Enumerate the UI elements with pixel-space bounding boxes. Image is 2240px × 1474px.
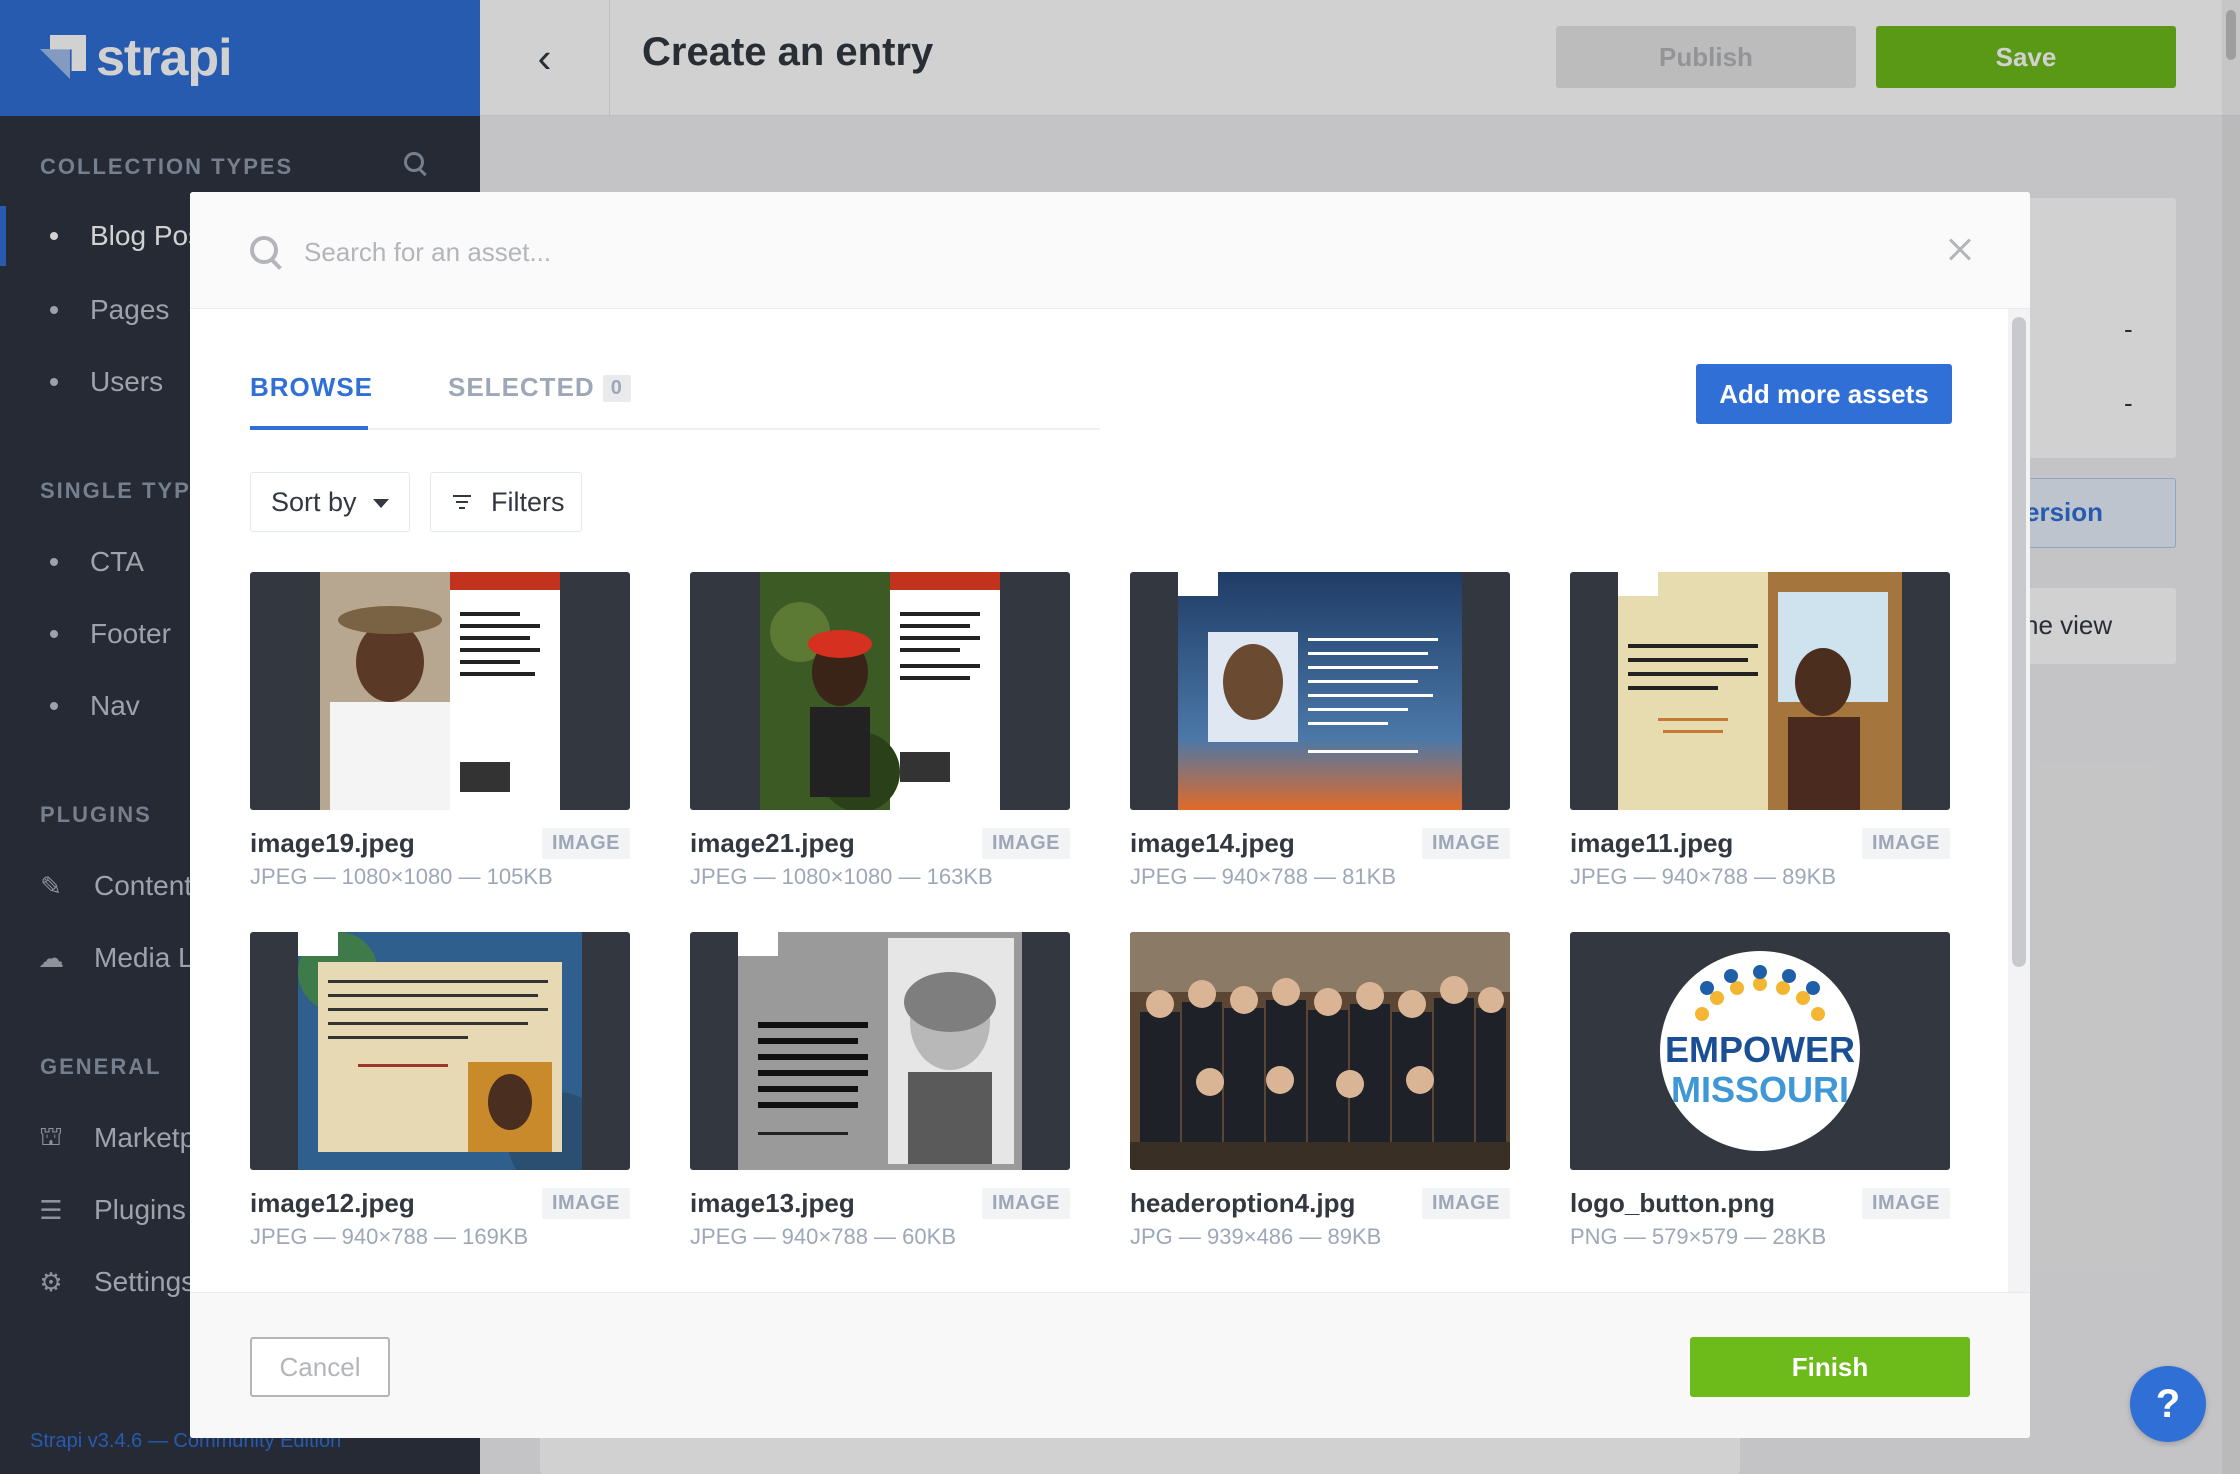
finish-button[interactable]: Finish: [1690, 1337, 1970, 1397]
asset-thumbnail[interactable]: [250, 572, 630, 810]
asset-thumbnail[interactable]: [1130, 572, 1510, 810]
asset-name: image14.jpeg: [1130, 828, 1295, 858]
filters-label: Filters: [491, 486, 565, 517]
modal-footer: Cancel Finish: [190, 1292, 2030, 1438]
asset-card[interactable]: image11.jpeg IMAGE JPEG — 940×788 — 89KB: [1570, 572, 1950, 889]
asset-type-badge: IMAGE: [1861, 1188, 1950, 1219]
logo-text-missouri: MISSOURI: [1671, 1069, 1849, 1110]
page-scrollbar-thumb[interactable]: [2226, 10, 2236, 60]
asset-meta: JPG — 939×486 — 89KB: [1130, 1224, 1382, 1249]
close-icon[interactable]: [1944, 234, 1976, 266]
asset-image-preview: [1130, 932, 1510, 1170]
asset-thumbnail[interactable]: [1570, 572, 1950, 810]
sort-label: Sort by: [271, 486, 357, 517]
selected-count-badge: 0: [602, 375, 631, 402]
media-library-modal: BROWSE SELECTED 0 Add more assets Sort by…: [190, 192, 2030, 1438]
tab-selected[interactable]: SELECTED 0: [448, 360, 631, 430]
asset-name: logo_button.png: [1570, 1188, 1776, 1218]
asset-type-badge: IMAGE: [1421, 1188, 1510, 1219]
asset-name: image11.jpeg: [1570, 828, 1734, 858]
add-more-assets-button[interactable]: Add more assets: [1696, 364, 1952, 424]
asset-image-preview: [320, 572, 560, 810]
modal-scrollbar[interactable]: [2008, 309, 2030, 1309]
asset-thumbnail[interactable]: EMPOWER MISSOURI: [1570, 932, 1950, 1170]
page-scrollbar[interactable]: [2222, 0, 2240, 1474]
caret-down-icon: [373, 499, 389, 508]
modal-scrollbar-thumb[interactable]: [2012, 317, 2026, 967]
search-icon: [250, 236, 282, 268]
asset-thumbnail[interactable]: [1130, 932, 1510, 1170]
asset-type-badge: IMAGE: [1421, 828, 1510, 859]
asset-image-preview: [760, 572, 1000, 810]
asset-card[interactable]: headeroption4.jpg IMAGE JPG — 939×486 — …: [1130, 932, 1510, 1249]
filters-button[interactable]: Filters: [430, 472, 582, 532]
tab-label: BROWSE: [250, 372, 373, 402]
asset-image-preview: [1178, 572, 1462, 810]
asset-thumbnail[interactable]: [250, 932, 630, 1170]
asset-name: headeroption4.jpg: [1130, 1188, 1356, 1218]
tab-label: SELECTED: [448, 372, 595, 402]
asset-type-badge: IMAGE: [981, 828, 1070, 859]
asset-image-preview: [298, 932, 582, 1170]
tab-browse[interactable]: BROWSE: [250, 360, 372, 430]
asset-thumbnail[interactable]: [690, 572, 1070, 810]
asset-card[interactable]: image14.jpeg IMAGE JPEG — 940×788 — 81KB: [1130, 572, 1510, 889]
asset-type-badge: IMAGE: [541, 828, 630, 859]
asset-thumbnail[interactable]: [690, 932, 1070, 1170]
cancel-button[interactable]: Cancel: [250, 1337, 390, 1397]
asset-image-preview: EMPOWER MISSOURI: [1660, 951, 1860, 1151]
asset-name: image13.jpeg: [690, 1188, 855, 1218]
help-button[interactable]: ?: [2130, 1366, 2206, 1442]
asset-name: image12.jpeg: [250, 1188, 415, 1218]
asset-type-badge: IMAGE: [981, 1188, 1070, 1219]
asset-meta: JPEG — 940×788 — 169KB: [250, 1224, 529, 1249]
asset-search-input[interactable]: [304, 228, 1804, 276]
asset-meta: PNG — 579×579 — 28KB: [1570, 1224, 1827, 1249]
asset-card[interactable]: EMPOWER MISSOURI logo_button.png IMAGE P…: [1570, 932, 1950, 1249]
asset-card[interactable]: image12.jpeg IMAGE JPEG — 940×788 — 169K…: [250, 932, 630, 1249]
asset-meta: JPEG — 940×788 — 60KB: [690, 1224, 956, 1249]
asset-image-preview: [738, 932, 1022, 1170]
asset-meta: JPEG — 1080×1080 — 163KB: [690, 864, 993, 889]
asset-card[interactable]: image13.jpeg IMAGE JPEG — 940×788 — 60KB: [690, 932, 1070, 1249]
asset-type-badge: IMAGE: [1861, 828, 1950, 859]
sort-by-dropdown[interactable]: Sort by: [250, 472, 410, 532]
asset-image-preview: [1618, 572, 1902, 810]
asset-name: image21.jpeg: [690, 828, 855, 858]
asset-name: image19.jpeg: [250, 828, 415, 858]
asset-meta: JPEG — 940×788 — 89KB: [1570, 864, 1836, 889]
modal-search-bar: [190, 192, 2030, 309]
modal-tabs: BROWSE SELECTED 0: [250, 360, 1100, 430]
asset-meta: JPEG — 940×788 — 81KB: [1130, 864, 1396, 889]
asset-type-badge: IMAGE: [541, 1188, 630, 1219]
asset-card[interactable]: image19.jpeg IMAGE JPEG — 1080×1080 — 10…: [250, 572, 630, 889]
filter-icon: [453, 495, 471, 511]
asset-card[interactable]: image21.jpeg IMAGE JPEG — 1080×1080 — 16…: [690, 572, 1070, 889]
asset-meta: JPEG — 1080×1080 — 105KB: [250, 864, 553, 889]
logo-text-empower: EMPOWER: [1665, 1029, 1855, 1070]
